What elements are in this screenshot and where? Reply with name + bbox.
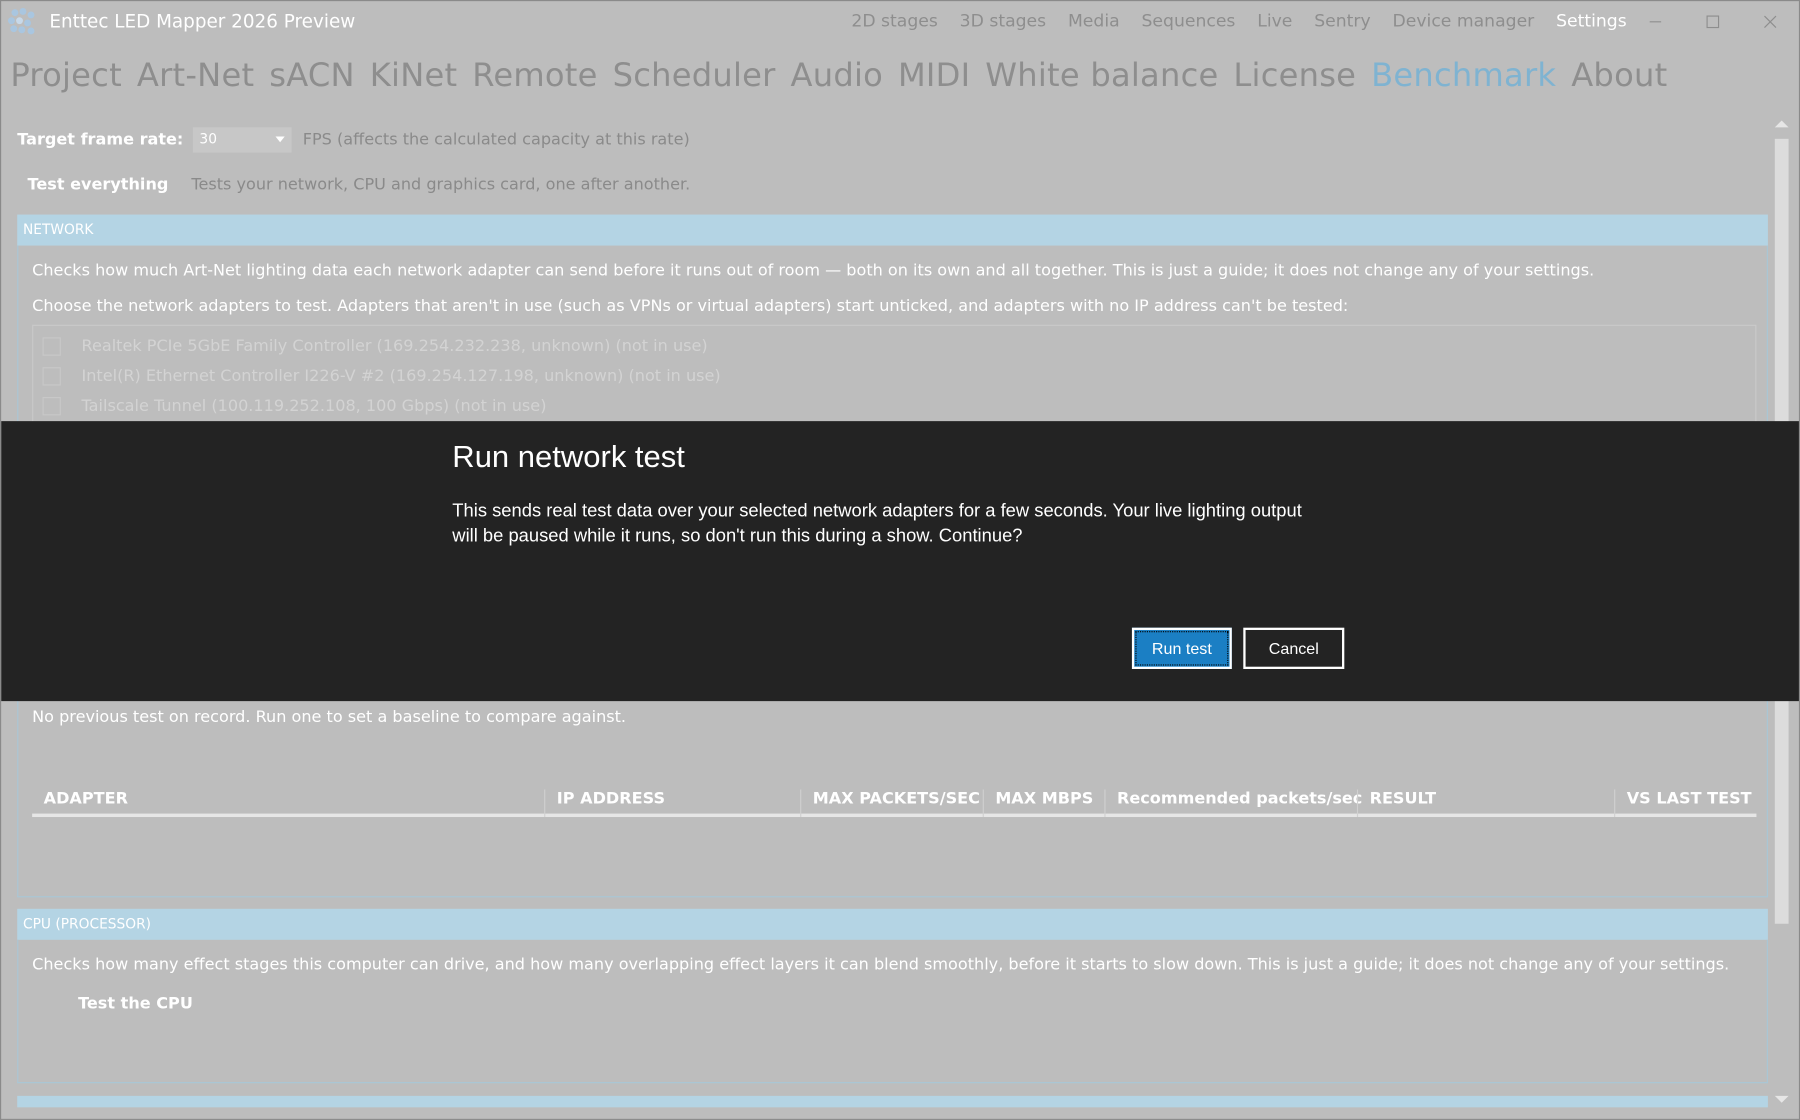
test-everything-button[interactable]: Test everything (17, 173, 179, 196)
column-recommended-packets[interactable]: Recommended packets/sec (1104, 789, 1362, 818)
top-nav-sentry[interactable]: Sentry (1314, 10, 1370, 31)
top-nav: 2D stages 3D stages Media Sequences Live… (830, 10, 1627, 31)
app-window: Enttec LED Mapper 2026 Preview 2D stages… (0, 0, 1800, 1120)
adapter-label: Realtek PCIe 5GbE Family Controller (169… (81, 337, 708, 356)
run-test-button[interactable]: Run test (1131, 627, 1232, 669)
network-section-header: NETWORK (17, 214, 1768, 246)
list-item[interactable]: Realtek PCIe 5GbE Family Controller (169… (42, 337, 708, 356)
next-section-header (17, 1095, 1768, 1108)
results-table-header: ADAPTER IP ADDRESS MAX PACKETS/SEC MAX M… (32, 785, 1757, 818)
frame-rate-label: Target frame rate: (17, 130, 184, 150)
adapter-label: Intel(R) Ethernet Controller I226-V #2 (… (81, 367, 721, 386)
maximize-icon (1706, 15, 1720, 29)
minimize-button[interactable] (1629, 6, 1682, 38)
dialog-message-line-2: will be paused while it runs, so don't r… (452, 526, 1023, 547)
frame-rate-row: Target frame rate: 30 FPS (affects the c… (17, 127, 690, 153)
tab-license[interactable]: License (1233, 56, 1356, 94)
window-title: Enttec LED Mapper 2026 Preview (49, 10, 356, 33)
column-ip-address[interactable]: IP ADDRESS (544, 789, 665, 818)
close-button[interactable] (1744, 6, 1797, 38)
settings-tabs: Project Art-Net sACN KiNet Remote Schedu… (10, 56, 1682, 94)
frame-rate-hint: FPS (affects the calculated capacity at … (302, 130, 690, 150)
column-max-mbps[interactable]: MAX MBPS (982, 789, 1093, 818)
adapter-checkbox[interactable] (42, 337, 61, 356)
scroll-up-icon[interactable] (1774, 120, 1789, 128)
tab-kinet[interactable]: KiNet (370, 56, 458, 94)
frame-rate-value: 30 (199, 130, 217, 147)
tab-scheduler[interactable]: Scheduler (613, 56, 776, 94)
chevron-down-icon (275, 136, 285, 143)
cpu-description: Checks how many effect stages this compu… (32, 955, 1730, 975)
adapter-checkbox[interactable] (42, 397, 61, 416)
tab-benchmark[interactable]: Benchmark (1371, 56, 1556, 94)
minimize-icon (1649, 21, 1662, 23)
top-nav-3d-stages[interactable]: 3D stages (960, 10, 1046, 31)
dialog-title: Run network test (452, 439, 685, 474)
column-vs-last-test[interactable]: VS LAST TEST (1614, 789, 1752, 818)
title-bar: Enttec LED Mapper 2026 Preview 2D stages… (1, 1, 1799, 42)
top-nav-media[interactable]: Media (1068, 10, 1120, 31)
top-nav-device-manager[interactable]: Device manager (1392, 10, 1534, 31)
scroll-down-icon[interactable] (1774, 1095, 1789, 1103)
tab-white-balance[interactable]: White balance (985, 56, 1218, 94)
list-item[interactable]: Intel(R) Ethernet Controller I226-V #2 (… (42, 367, 721, 386)
cpu-section: Checks how many effect stages this compu… (17, 939, 1768, 1084)
close-icon (1764, 15, 1777, 28)
maximize-button[interactable] (1686, 6, 1739, 38)
cancel-button[interactable]: Cancel (1243, 627, 1345, 669)
test-everything-hint: Tests your network, CPU and graphics car… (191, 175, 691, 194)
top-nav-live[interactable]: Live (1257, 10, 1292, 31)
network-description: Checks how much Art-Net lighting data ea… (32, 261, 1595, 280)
tab-audio[interactable]: Audio (791, 56, 884, 94)
app-logo-icon (8, 8, 35, 35)
tab-art-net[interactable]: Art-Net (137, 56, 254, 94)
tab-midi[interactable]: MIDI (898, 56, 970, 94)
column-adapter[interactable]: ADAPTER (32, 789, 128, 817)
adapter-label: Tailscale Tunnel (100.119.252.108, 100 G… (81, 397, 547, 416)
tab-project[interactable]: Project (10, 56, 122, 94)
dialog-message: This sends real test data over your sele… (452, 499, 1347, 549)
tab-about[interactable]: About (1571, 56, 1667, 94)
previous-test-text: No previous test on record. Run one to s… (32, 708, 627, 727)
adapter-checkbox[interactable] (42, 367, 61, 386)
frame-rate-select[interactable]: 30 (192, 127, 292, 153)
column-result[interactable]: RESULT (1356, 789, 1436, 818)
top-nav-settings[interactable]: Settings (1556, 10, 1627, 31)
test-everything-row: Test everything Tests your network, CPU … (17, 173, 691, 196)
top-nav-2d-stages[interactable]: 2D stages (851, 10, 937, 31)
test-cpu-button[interactable]: Test the CPU (78, 995, 193, 1013)
tab-sacn[interactable]: sACN (269, 56, 355, 94)
cpu-section-header: CPU (PROCESSOR) (17, 908, 1768, 940)
run-network-test-dialog: Run network test This sends real test da… (1, 421, 1799, 702)
network-choose-text: Choose the network adapters to test. Ada… (32, 297, 1349, 316)
column-max-packets[interactable]: MAX PACKETS/SEC (800, 789, 980, 818)
top-nav-sequences[interactable]: Sequences (1141, 10, 1235, 31)
list-item[interactable]: Tailscale Tunnel (100.119.252.108, 100 G… (42, 397, 547, 416)
tab-remote[interactable]: Remote (472, 56, 597, 94)
dialog-message-line-1: This sends real test data over your sele… (452, 501, 1302, 521)
